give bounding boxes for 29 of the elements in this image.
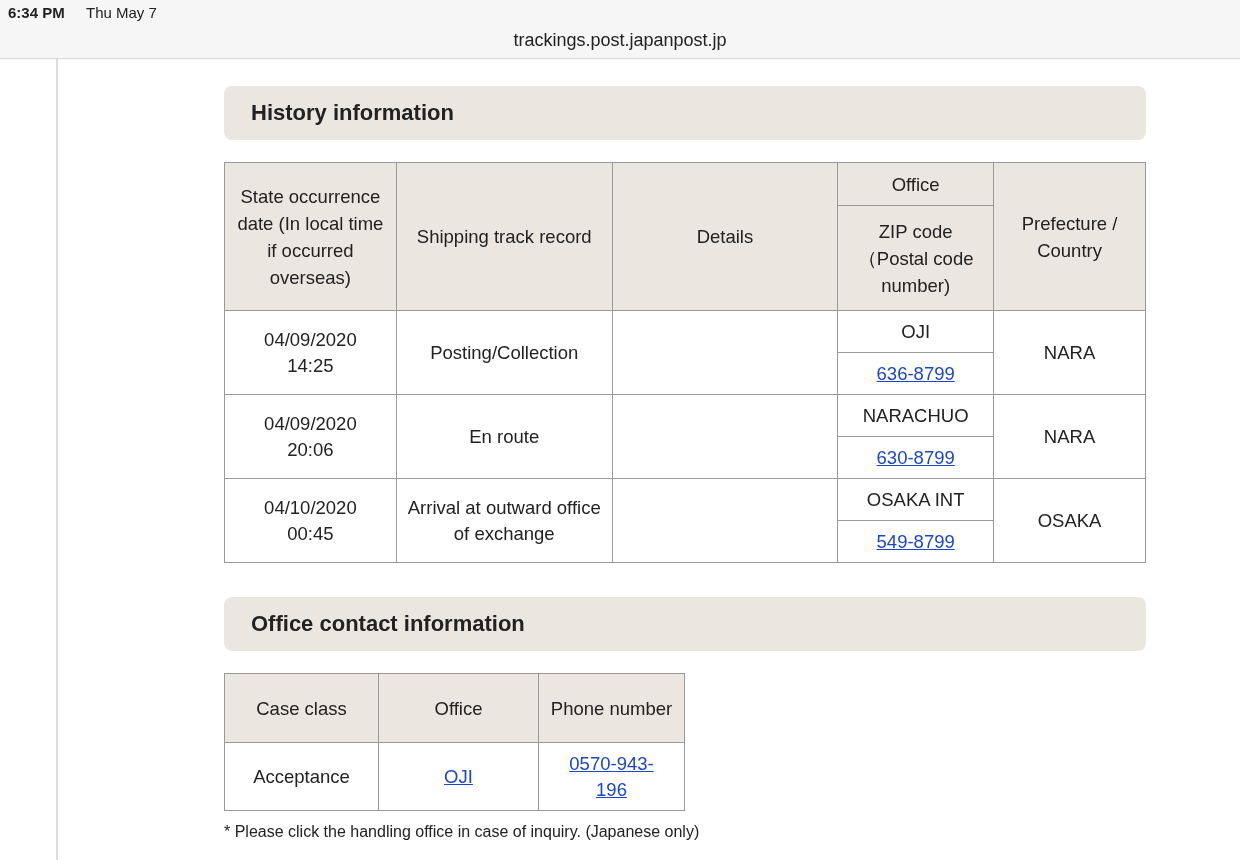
status-date: Thu May 7: [86, 4, 157, 21]
column-header: Office: [378, 673, 539, 743]
section-title: Office contact information: [251, 611, 525, 637]
column-header: Details: [612, 162, 838, 311]
date-time: 04/09/2020 14:25: [264, 328, 357, 376]
prefecture: NARA: [1043, 425, 1096, 447]
prefecture: NARA: [1043, 341, 1096, 363]
column-header: State occurrence date (In local time if occurred overseas): [224, 162, 397, 311]
office-link[interactable]: OJI: [444, 765, 473, 787]
column-header: Case class: [224, 673, 379, 743]
track-record: En route: [469, 425, 540, 447]
office-name: OSAKA INT: [866, 488, 965, 510]
column-header: ZIP code（Postal code number): [837, 205, 994, 311]
track-record: Arrival at outward office of exchange: [407, 496, 601, 544]
column-header: Prefecture / Country: [993, 162, 1146, 311]
office-name: OJI: [901, 320, 931, 342]
column-header: Office: [837, 162, 994, 206]
section-title: History information: [251, 100, 454, 126]
date-time: 04/09/2020 20:06: [264, 412, 357, 460]
column-header: Shipping track record: [396, 162, 613, 311]
prefecture: OSAKA: [1037, 509, 1102, 531]
column-header: Phone number: [538, 673, 685, 743]
footnote: * Please click the handling office in case of inquiry. (Japanese only): [224, 823, 701, 841]
date-time: 04/10/2020 00:45: [264, 496, 357, 544]
status-time: 6:34 PM: [8, 4, 65, 21]
office-name: NARACHUO: [862, 404, 969, 426]
track-record: Posting/Collection: [430, 341, 579, 363]
case-class: Acceptance: [253, 765, 350, 787]
address-bar-url[interactable]: trackings.post.japanpost.jp: [513, 30, 727, 51]
